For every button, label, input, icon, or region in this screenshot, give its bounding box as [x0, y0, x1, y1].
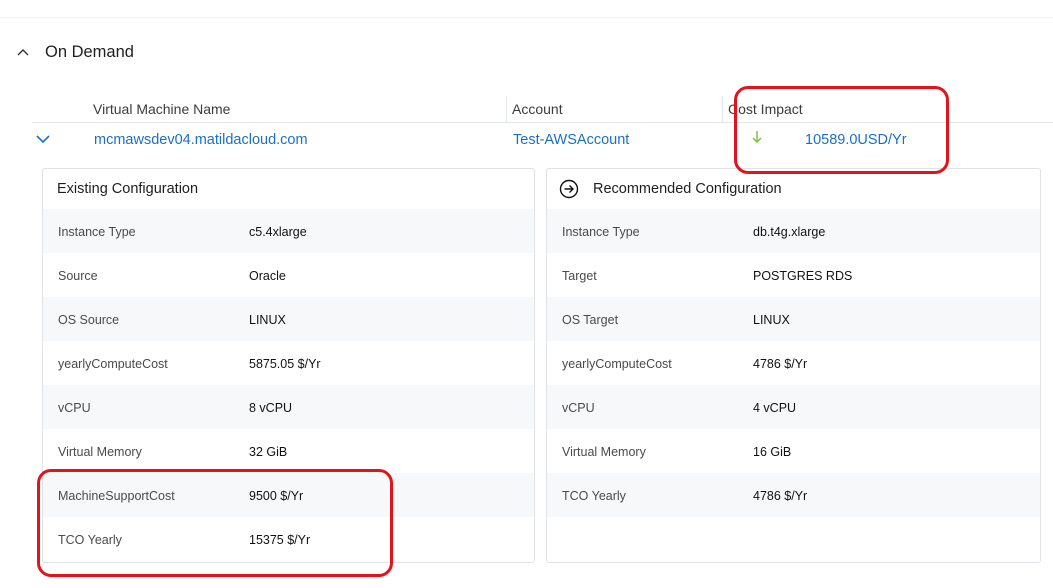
- field-label: Source: [58, 269, 98, 283]
- field-label: Instance Type: [562, 225, 640, 239]
- field-value: 5875.05 $/Yr: [249, 357, 321, 371]
- list-item: TCO Yearly 15375 $/Yr: [43, 517, 534, 561]
- section-title: On Demand: [45, 42, 134, 61]
- field-value: 4786 $/Yr: [753, 357, 808, 371]
- field-label: TCO Yearly: [562, 489, 626, 503]
- chevron-down-icon[interactable]: [36, 131, 50, 145]
- field-value: 4786 $/Yr: [753, 489, 808, 503]
- list-item: vCPU 8 vCPU: [43, 385, 534, 429]
- table-header: Virtual Machine Name Account Cost Impact: [32, 96, 1053, 123]
- arrow-down-icon: [750, 129, 764, 145]
- list-item: Instance Type c5.4xlarge: [43, 209, 534, 253]
- cost-impact-value[interactable]: 10589.0USD/Yr: [805, 132, 907, 148]
- list-item: yearlyComputeCost 4786 $/Yr: [547, 341, 1040, 385]
- field-value: POSTGRES RDS: [753, 269, 853, 283]
- list-item: Instance Type db.t4g.xlarge: [547, 209, 1040, 253]
- field-label: Virtual Memory: [562, 445, 646, 459]
- field-label: yearlyComputeCost: [58, 357, 168, 371]
- column-divider: [506, 96, 507, 122]
- field-value: 16 GiB: [753, 445, 792, 459]
- column-header-vm-name[interactable]: Virtual Machine Name: [93, 101, 230, 117]
- field-label: vCPU: [58, 401, 91, 415]
- list-item: yearlyComputeCost 5875.05 $/Yr: [43, 341, 534, 385]
- account-link[interactable]: Test-AWSAccount: [513, 132, 629, 148]
- list-item: Source Oracle: [43, 253, 534, 297]
- existing-configuration-list: Instance Type c5.4xlarge Source Oracle OS …: [43, 209, 534, 561]
- recommended-configuration-title: Recommended Configuration: [593, 181, 782, 197]
- field-value: db.t4g.xlarge: [753, 225, 826, 239]
- existing-configuration-title: Existing Configuration: [57, 181, 199, 197]
- vm-name-link[interactable]: mcmawsdev04.matildacloud.com: [94, 132, 308, 148]
- circle-arrow-right-icon[interactable]: [559, 179, 579, 199]
- field-label: TCO Yearly: [58, 533, 122, 547]
- field-value: 9500 $/Yr: [249, 489, 304, 503]
- list-item: vCPU 4 vCPU: [547, 385, 1040, 429]
- existing-configuration-panel: Existing Configuration Instance Type c5.4…: [42, 168, 535, 563]
- field-value: 15375 $/Yr: [249, 533, 311, 547]
- field-value: LINUX: [753, 313, 790, 327]
- field-label: Instance Type: [58, 225, 136, 239]
- field-value: Oracle: [249, 269, 286, 283]
- list-item: OS Source LINUX: [43, 297, 534, 341]
- list-item: Virtual Memory 16 GiB: [547, 429, 1040, 473]
- recommended-configuration-header: Recommended Configuration: [547, 169, 1040, 209]
- table-row: mcmawsdev04.matildacloud.com Test-AWSAcc…: [32, 123, 1053, 157]
- field-label: OS Target: [562, 313, 619, 327]
- column-divider: [722, 96, 723, 122]
- field-label: yearlyComputeCost: [562, 357, 672, 371]
- list-item: Virtual Memory 32 GiB: [43, 429, 534, 473]
- field-label: Virtual Memory: [58, 445, 142, 459]
- list-item: MachineSupportCost 9500 $/Yr: [43, 473, 534, 517]
- recommended-configuration-panel: Recommended Configuration Instance Type d…: [546, 168, 1041, 563]
- field-label: OS Source: [58, 313, 120, 327]
- top-divider: [0, 17, 1053, 18]
- list-item: Target POSTGRES RDS: [547, 253, 1040, 297]
- column-header-cost-impact[interactable]: Cost Impact: [728, 101, 803, 117]
- field-value: 4 vCPU: [753, 401, 797, 415]
- section-header[interactable]: On Demand: [16, 40, 134, 64]
- field-label: Target: [562, 269, 597, 283]
- field-label: vCPU: [562, 401, 595, 415]
- field-value: 32 GiB: [249, 445, 288, 459]
- column-header-account[interactable]: Account: [512, 101, 563, 117]
- field-value: 8 vCPU: [249, 401, 293, 415]
- recommended-configuration-list: Instance Type db.t4g.xlarge Target POSTGRE…: [547, 209, 1040, 517]
- list-item: OS Target LINUX: [547, 297, 1040, 341]
- list-item: TCO Yearly 4786 $/Yr: [547, 473, 1040, 517]
- field-value: LINUX: [249, 313, 286, 327]
- chevron-up-icon[interactable]: [16, 45, 30, 59]
- field-label: MachineSupportCost: [58, 489, 175, 503]
- field-value: c5.4xlarge: [249, 225, 307, 239]
